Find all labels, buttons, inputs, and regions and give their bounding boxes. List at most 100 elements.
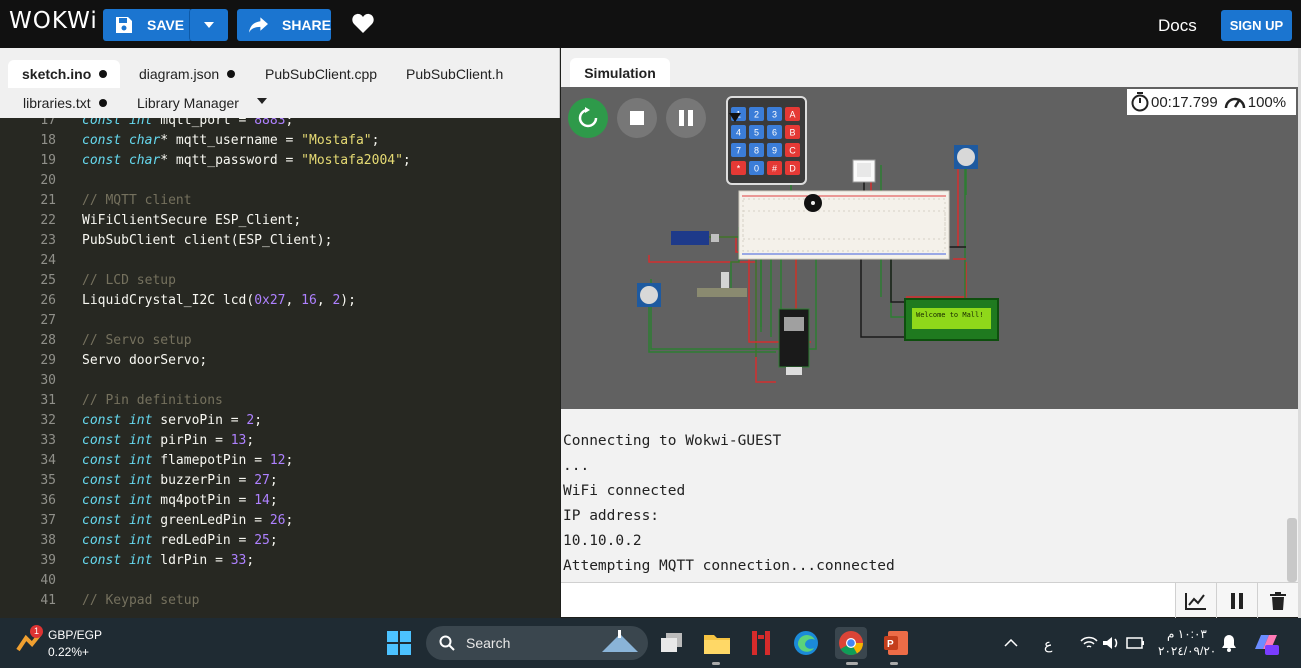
clear-serial-button[interactable] [1257, 583, 1297, 618]
tab-label: sketch.ino [22, 66, 92, 82]
code-text: const int pirPin = 13; [82, 433, 255, 448]
serial-monitor-output[interactable]: Connecting to Wokwi-GUEST ... WiFi conne… [561, 409, 1298, 584]
clock-date[interactable]: ٢٠٢٤/٠٩/٢٠ [1158, 644, 1216, 658]
line-number: 17 [40, 118, 56, 128]
code-text: const int mqtt_port = 8883; [82, 118, 294, 128]
code-line: 41 // Keypad setup [0, 593, 560, 613]
serial-line: IP address: [563, 508, 660, 524]
tab-sketch-ino[interactable]: sketch.ino [8, 60, 121, 88]
code-text: // Servo setup [82, 333, 192, 348]
tab-library-manager[interactable]: Library Manager [137, 89, 239, 117]
chevron-up-icon[interactable] [995, 627, 1027, 659]
line-number: 38 [40, 533, 56, 548]
keypad-key-label: A [789, 110, 795, 120]
code-line: 31 // Pin definitions [0, 393, 560, 413]
lcd-screen-text: Welcome to Mall! [912, 308, 991, 329]
pause-icon [679, 110, 693, 126]
code-text: // Pin definitions [82, 393, 223, 408]
code-line: 23 PubSubClient client(ESP_Client); [0, 233, 560, 253]
input-language[interactable]: ع [1044, 636, 1052, 653]
keypad-key-label: 8 [754, 146, 759, 156]
keypad-key-label: D [789, 164, 796, 174]
line-number: 27 [40, 313, 56, 328]
line-number: 23 [40, 233, 56, 248]
code-text: LiquidCrystal_I2C lcd(0x27, 16, 2); [82, 293, 356, 308]
chevron-down-icon [204, 22, 214, 28]
serial-line: 10.10.0.2 [563, 533, 642, 549]
line-number: 21 [40, 193, 56, 208]
windows-logo-icon [387, 631, 411, 655]
clock-time[interactable]: ١٠:٠٣ م [1167, 627, 1207, 641]
circuit-diagram: 123A456B789C*0#D [637, 96, 978, 383]
line-number: 22 [40, 213, 56, 228]
code-text: const int mq4potPin = 14; [82, 493, 278, 508]
code-text: // MQTT client [82, 193, 192, 208]
share-icon [249, 17, 268, 33]
pause-serial-button[interactable] [1216, 583, 1256, 618]
wokwi-logo[interactable]: WOKWi [9, 8, 98, 34]
keypad-key-label: 0 [754, 164, 759, 174]
tab-pubsubclient-cpp[interactable]: PubSubClient.cpp [265, 60, 377, 88]
save-label: SAVE [147, 17, 185, 33]
stop-simulation-button[interactable] [617, 98, 657, 138]
file-explorer-icon[interactable] [701, 627, 733, 659]
line-number: 31 [40, 393, 56, 408]
docs-link[interactable]: Docs [1158, 16, 1197, 36]
start-button[interactable] [383, 627, 415, 659]
chrome-browser-icon[interactable] [835, 627, 867, 659]
code-line: 39 const int ldrPin = 33; [0, 553, 560, 573]
search-highlight-icon [602, 630, 638, 652]
code-text: const int flamepotPin = 12; [82, 453, 294, 468]
like-button[interactable] [352, 13, 374, 38]
simulation-canvas[interactable]: 123A456B789C*0#D Welcome to Mall! [561, 87, 1298, 409]
serial-scrollbar[interactable] [1287, 518, 1297, 582]
serial-line: ... [563, 458, 590, 474]
line-number: 20 [40, 173, 56, 188]
code-text: const char* mqtt_password = "Mostafa2004… [82, 153, 411, 168]
code-line: 20 [0, 173, 560, 193]
tab-pubsubclient-h[interactable]: PubSubClient.h [406, 60, 503, 88]
tab-libraries-txt[interactable]: libraries.txt [23, 89, 107, 117]
tab-diagram-json[interactable]: diagram.json [139, 60, 236, 88]
battery-icon[interactable] [1120, 627, 1152, 659]
sign-up-button[interactable]: SIGN UP [1221, 10, 1292, 41]
line-number: 41 [40, 593, 56, 608]
pause-simulation-button[interactable] [666, 98, 706, 138]
line-number: 35 [40, 473, 56, 488]
more-tabs-chevron-icon[interactable] [257, 98, 267, 104]
serial-input[interactable] [561, 582, 1175, 617]
speed-gauge-icon [1224, 97, 1245, 109]
code-text: WiFiClientSecure ESP_Client; [82, 213, 302, 228]
notification-bell-icon[interactable] [1213, 627, 1245, 659]
code-text: // LCD setup [82, 273, 176, 288]
serial-line: Connecting to Wokwi-GUEST [563, 433, 782, 449]
restart-simulation-button[interactable] [568, 98, 608, 138]
restart-icon [578, 107, 598, 128]
code-line: 19 const char* mqtt_password = "Mostafa20… [0, 153, 560, 173]
code-editor[interactable]: 17 const int mqtt_port = 8883; 18 const ch… [0, 118, 560, 618]
code-text: const int redLedPin = 25; [82, 533, 278, 548]
code-line: 37 const int greenLedPin = 26; [0, 513, 560, 533]
serial-line: WiFi connected [563, 483, 686, 499]
running-app-indicator [712, 662, 720, 665]
plotter-button[interactable] [1175, 583, 1215, 618]
powerpoint-icon[interactable]: P [880, 627, 912, 659]
edge-browser-icon[interactable] [790, 627, 822, 659]
save-dropdown-button[interactable] [189, 9, 228, 41]
stopwatch-icon [1131, 92, 1149, 112]
line-number: 28 [40, 333, 56, 348]
app-red-icon[interactable] [745, 627, 777, 659]
line-number: 33 [40, 433, 56, 448]
stock-name: GBP/EGP [48, 628, 103, 642]
keypad-key-label: 2 [754, 110, 759, 120]
tab-simulation[interactable]: Simulation [570, 58, 670, 87]
save-button[interactable]: SAVE [103, 9, 192, 41]
copilot-icon[interactable] [1250, 627, 1282, 659]
unsaved-dot-icon [227, 70, 236, 78]
task-view-icon[interactable] [656, 627, 688, 659]
keypad-key-label: C [789, 146, 796, 156]
share-button[interactable]: SHARE [237, 9, 331, 41]
code-line: 17 const int mqtt_port = 8883; [0, 118, 560, 133]
active-app-indicator [846, 662, 858, 665]
taskbar-search[interactable]: Search [426, 626, 648, 660]
